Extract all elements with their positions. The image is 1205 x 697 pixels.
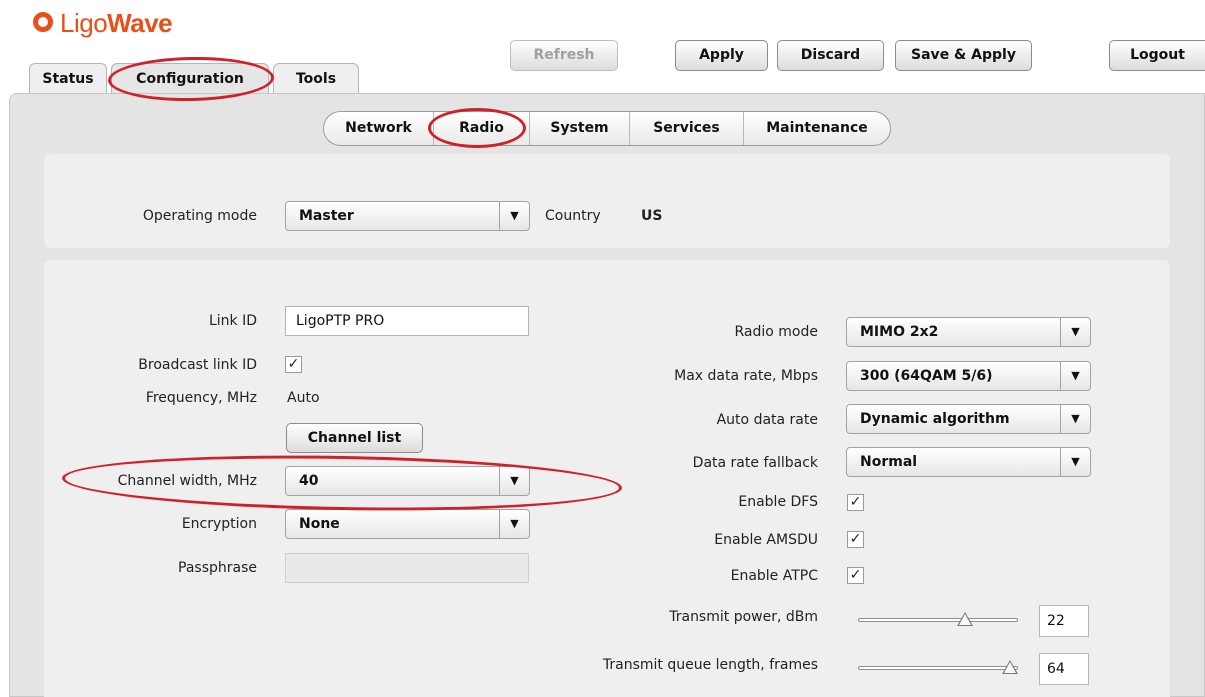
- link-id-label: Link ID: [208, 313, 257, 329]
- encryption-select[interactable]: None ▼: [285, 509, 530, 539]
- data-rate-fallback-value: Normal: [860, 454, 918, 470]
- country-label: Country: [545, 208, 601, 224]
- broadcast-link-id-label: Broadcast link ID: [138, 357, 257, 373]
- chevron-down-icon: ▼: [1060, 405, 1090, 433]
- max-data-rate-value: 300 (64QAM 5/6): [860, 368, 993, 384]
- subtab-maintenance[interactable]: Maintenance: [744, 112, 890, 145]
- enable-atpc-checkbox[interactable]: ✓: [847, 567, 864, 584]
- frequency-label: Frequency, MHz: [145, 390, 257, 406]
- enable-amsdu-checkbox[interactable]: ✓: [847, 531, 864, 548]
- transmit-power-slider[interactable]: [858, 618, 1018, 622]
- radio-mode-value: MIMO 2x2: [860, 324, 939, 340]
- transmit-power-slider-handle[interactable]: [957, 612, 974, 626]
- transmit-power-input[interactable]: 22: [1039, 605, 1089, 637]
- logo-ring-icon: [33, 12, 53, 32]
- broadcast-link-id-checkbox[interactable]: ✓: [285, 356, 302, 373]
- channel-width-value: 40: [299, 473, 319, 489]
- max-data-rate-label: Max data rate, Mbps: [674, 368, 818, 384]
- general-panel: [44, 154, 1170, 248]
- enable-dfs-checkbox[interactable]: ✓: [847, 494, 864, 511]
- logout-button[interactable]: Logout: [1109, 40, 1205, 71]
- radio-mode-label: Radio mode: [734, 324, 819, 340]
- passphrase-label: Passphrase: [178, 560, 257, 576]
- discard-button[interactable]: Discard: [777, 40, 884, 71]
- chevron-down-icon: ▼: [1060, 448, 1090, 476]
- tab-tools[interactable]: Tools: [273, 63, 359, 93]
- radio-mode-select[interactable]: MIMO 2x2 ▼: [846, 317, 1091, 347]
- auto-data-rate-value: Dynamic algorithm: [860, 411, 1010, 427]
- enable-atpc-label: Enable ATPC: [730, 568, 818, 584]
- chevron-down-icon: ▼: [1060, 318, 1090, 346]
- transmit-queue-slider[interactable]: [858, 666, 1018, 670]
- transmit-queue-input[interactable]: 64: [1039, 653, 1089, 685]
- country-value: US: [641, 208, 663, 224]
- link-id-input[interactable]: LigoPTP PRO: [285, 306, 529, 336]
- transmit-queue-label: Transmit queue length, frames: [602, 657, 818, 673]
- apply-button[interactable]: Apply: [675, 40, 768, 71]
- encryption-value: None: [299, 516, 340, 532]
- channel-width-select[interactable]: 40 ▼: [285, 466, 530, 496]
- sub-navigation: Network Radio System Services Maintenanc…: [323, 111, 891, 146]
- operating-mode-select[interactable]: Master ▼: [285, 201, 530, 231]
- data-rate-fallback-select[interactable]: Normal ▼: [846, 447, 1091, 477]
- data-rate-fallback-label: Data rate fallback: [692, 455, 818, 471]
- frequency-value: Auto: [287, 390, 320, 406]
- subtab-radio[interactable]: Radio: [434, 112, 530, 145]
- logo-text: LigoWave: [60, 8, 173, 38]
- auto-data-rate-select[interactable]: Dynamic algorithm ▼: [846, 404, 1091, 434]
- channel-list-button[interactable]: Channel list: [286, 423, 423, 453]
- refresh-button[interactable]: Refresh: [510, 40, 618, 71]
- auto-data-rate-label: Auto data rate: [716, 412, 818, 428]
- passphrase-input[interactable]: [285, 553, 529, 583]
- encryption-label: Encryption: [181, 516, 257, 532]
- chevron-down-icon: ▼: [499, 202, 529, 230]
- chevron-down-icon: ▼: [499, 467, 529, 495]
- subtab-services[interactable]: Services: [630, 112, 744, 145]
- chevron-down-icon: ▼: [1060, 362, 1090, 390]
- transmit-queue-slider-handle[interactable]: [1002, 660, 1018, 674]
- subtab-network[interactable]: Network: [324, 112, 434, 145]
- enable-dfs-label: Enable DFS: [738, 494, 818, 510]
- tab-status[interactable]: Status: [29, 63, 107, 93]
- transmit-power-label: Transmit power, dBm: [669, 609, 818, 625]
- channel-width-label: Channel width, MHz: [117, 473, 257, 489]
- subtab-system[interactable]: System: [530, 112, 630, 145]
- save-apply-button[interactable]: Save & Apply: [895, 40, 1032, 71]
- tab-configuration[interactable]: Configuration: [111, 63, 269, 93]
- operating-mode-value: Master: [299, 208, 354, 224]
- chevron-down-icon: ▼: [499, 510, 529, 538]
- operating-mode-label: Operating mode: [142, 208, 257, 224]
- max-data-rate-select[interactable]: 300 (64QAM 5/6) ▼: [846, 361, 1091, 391]
- enable-amsdu-label: Enable AMSDU: [714, 532, 818, 548]
